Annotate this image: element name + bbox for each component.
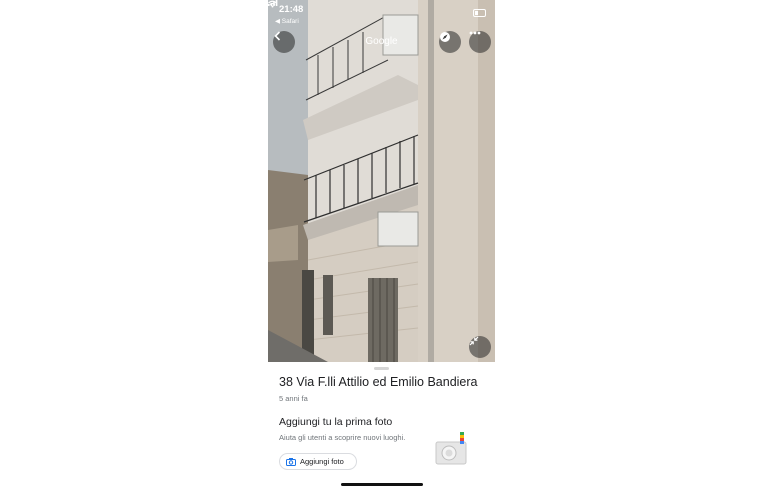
minimize-button[interactable] (469, 336, 491, 358)
street-view-photo[interactable]: 21:48 ◀ Safari Google (268, 0, 495, 362)
place-info-sheet: 38 Via F.lli Attilio ed Emilio Bandiera … (268, 362, 495, 492)
place-address: 38 Via F.lli Attilio ed Emilio Bandiera (279, 375, 478, 389)
add-photo-button-label: Aggiungi foto (300, 457, 344, 466)
battery-icon (473, 9, 486, 17)
compass-icon (440, 32, 450, 42)
compass-button[interactable] (439, 31, 461, 53)
status-time: 21:48 (279, 4, 304, 15)
sheet-handle[interactable] (374, 367, 389, 370)
add-photo-heading: Aggiungi tu la prima foto (279, 416, 393, 428)
add-photo-button[interactable]: Aggiungi foto (279, 453, 357, 470)
more-button[interactable] (469, 31, 491, 53)
add-photo-description: Aiuta gli utenti a scoprire nuovi luoghi… (279, 433, 406, 442)
wifi-icon (268, 0, 277, 8)
more-horizontal-icon (469, 31, 481, 35)
collapse-icon (469, 336, 479, 346)
building-illustration (268, 0, 495, 362)
home-indicator (341, 483, 423, 486)
camera-icon (286, 457, 296, 466)
camera-illustration-icon (435, 432, 467, 465)
photo-age: 5 anni fa (279, 394, 308, 403)
status-bar: 21:48 ◀ Safari (268, 0, 495, 26)
phone-screen: 21:48 ◀ Safari Google 38 Via F.lli Attil… (268, 0, 495, 492)
back-to-app-link[interactable]: ◀ Safari (275, 17, 299, 25)
